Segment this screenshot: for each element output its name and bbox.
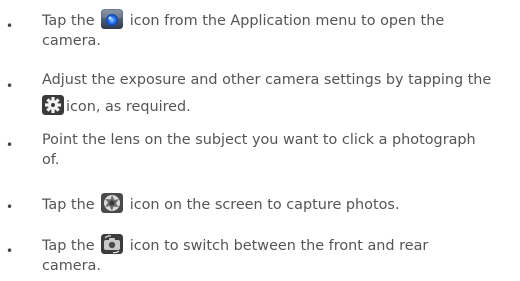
step-line: Tap the <box>42 193 512 215</box>
step-text-after: icon from the Application menu to open t… <box>129 13 445 29</box>
step-text-before: Tap the <box>42 197 95 213</box>
bullet <box>6 197 12 217</box>
step-line: Point the lens on the subject you want t… <box>42 132 476 148</box>
switch-camera-icon <box>101 234 124 254</box>
shutter-icon <box>101 193 124 213</box>
step-text: Tap the icon to switch between the front… <box>42 234 512 276</box>
bullet <box>6 16 12 36</box>
step-line: Tap the icon to switch between the front… <box>42 234 512 256</box>
step-text-after: icon on the screen to capture photos. <box>129 197 400 213</box>
step-text-after: icon, as required. <box>66 99 191 115</box>
step-text-before: Tap the <box>42 238 95 254</box>
settings-gear-icon <box>42 95 64 115</box>
step-text-after: icon to switch between the front and rea… <box>129 238 429 254</box>
step-line: of. <box>42 152 60 168</box>
step-line: camera. <box>42 258 101 274</box>
step-line: Tap the <box>42 9 512 31</box>
step-text: Point the lens on the subject you want t… <box>42 130 512 170</box>
step-line: icon, as required. <box>42 95 512 117</box>
camera-app-icon <box>101 9 124 29</box>
step-text: Adjust the exposure and other camera set… <box>42 70 512 117</box>
step-text: Tap the <box>42 193 512 215</box>
bullet <box>6 135 12 155</box>
step-text-before: Tap the <box>42 13 95 29</box>
bullet <box>6 241 12 261</box>
step-line: Adjust the exposure and other camera set… <box>42 72 492 88</box>
step-line: camera. <box>42 33 101 49</box>
bullet <box>6 76 12 96</box>
step-text: Tap the <box>42 9 512 51</box>
